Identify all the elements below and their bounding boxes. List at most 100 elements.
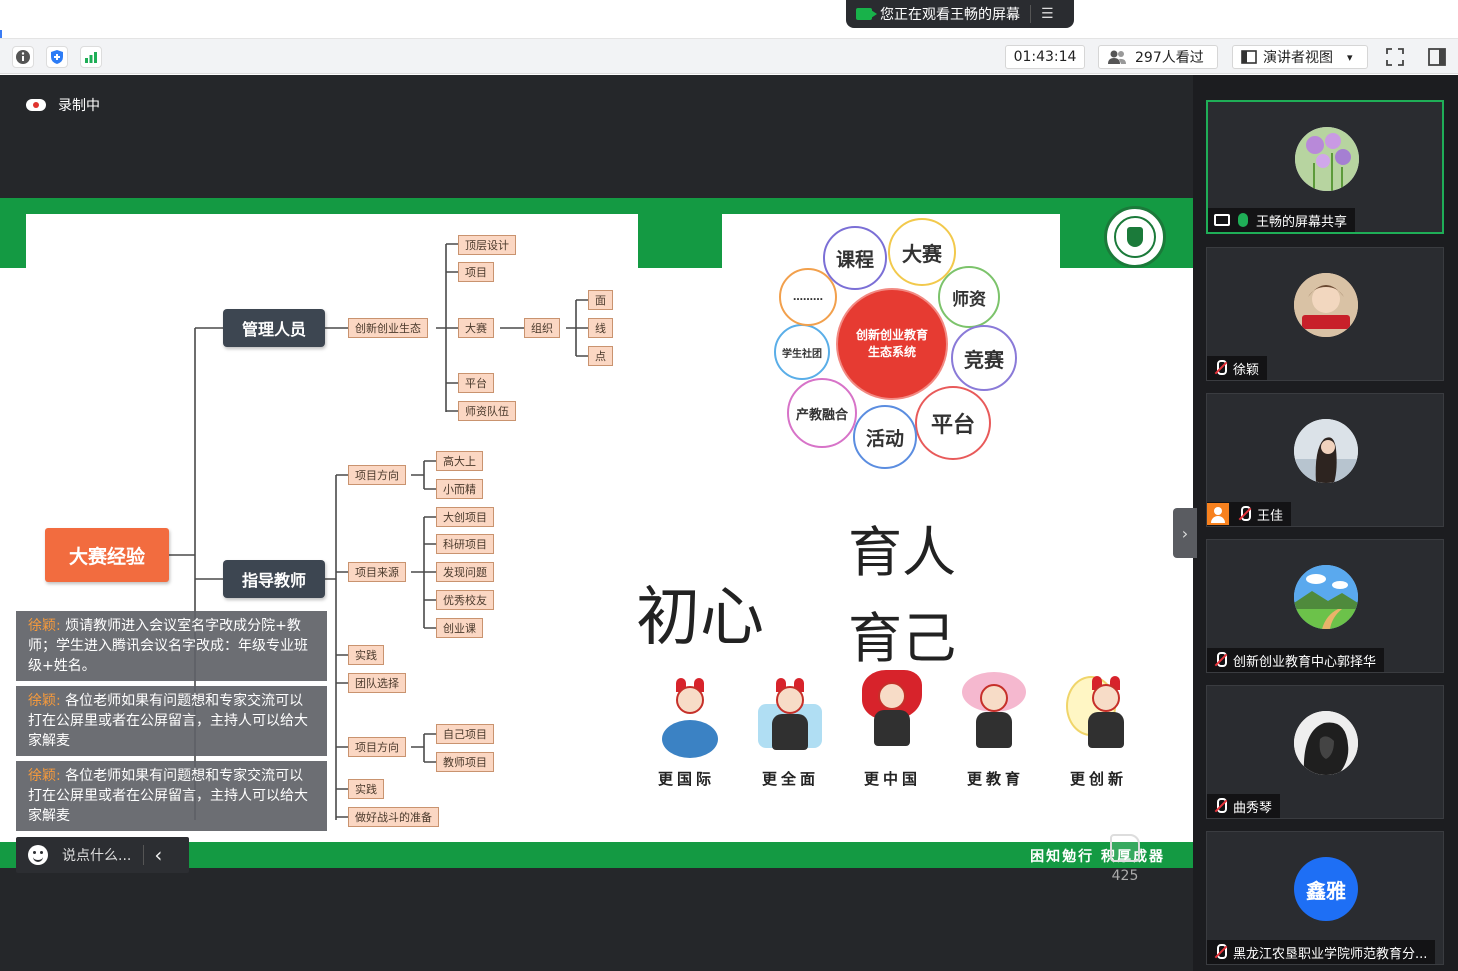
ecosystem-petal: 平台 xyxy=(915,386,991,460)
mindmap-node: 自己项目 xyxy=(436,724,494,744)
mindmap-node: 发现问题 xyxy=(436,562,494,582)
mindmap-node: 做好战斗的准备 xyxy=(348,807,439,827)
calligraphy-chuxin: 初心 xyxy=(636,581,764,655)
chat-sender: 徐颖: xyxy=(28,618,61,634)
participant-name: 黑龙江农垦职业学院师范教育分... xyxy=(1233,946,1428,962)
mic-off-icon xyxy=(1213,944,1227,960)
mindmap-node: 科研项目 xyxy=(436,534,494,554)
ecosystem-core-line2: 生态系统 xyxy=(867,345,916,359)
mindmap-root: 大赛经验 xyxy=(45,528,169,582)
participant-tile[interactable]: 王佳 xyxy=(1206,393,1444,527)
chat-sender: 徐颖: xyxy=(28,693,61,709)
mindmap-node: 项目 xyxy=(458,262,494,282)
chat-sender: 徐颖: xyxy=(28,768,61,784)
mindmap-node: 平台 xyxy=(458,373,494,393)
chat-text: 各位老师如果有问题想和专家交流可以打在公屏里或者在公屏留言，主持人可以给大家解麦 xyxy=(28,768,308,824)
mindmap-node: 组织 xyxy=(524,318,560,338)
chat-message: 徐颖: 各位老师如果有问题想和专家交流可以打在公屏里或者在公屏留言，主持人可以给… xyxy=(16,686,327,756)
participant-tile[interactable]: 徐颖 xyxy=(1206,247,1444,381)
ecosystem-petal: 产教融合 xyxy=(787,378,857,448)
participant-tile[interactable]: 曲秀琴 xyxy=(1206,685,1444,819)
mic-off-icon xyxy=(1213,652,1227,668)
participant-tile[interactable]: 创新创业教育中心郭择华 xyxy=(1206,539,1444,673)
mindmap-node: 顶层设计 xyxy=(458,235,516,255)
screen-share-icon xyxy=(1214,214,1230,226)
mindmap-node: 优秀校友 xyxy=(436,590,494,610)
mic-off-icon xyxy=(1213,798,1227,814)
avatar xyxy=(1294,419,1358,483)
participant-tile[interactable]: 王畅的屏幕共享 xyxy=(1206,100,1444,234)
chevron-down-icon: ▾ xyxy=(1347,50,1353,64)
meeting-window: 您正在观看王畅的屏幕 ☰ 01:43:14 297人看过 演讲者视图 ▾ 录制中… xyxy=(0,0,1458,971)
emoji-icon[interactable] xyxy=(28,845,48,865)
avatar xyxy=(1294,711,1358,775)
chevron-right-icon: › xyxy=(1181,523,1189,543)
mindmap-branch-managers: 管理人员 xyxy=(223,309,325,347)
layout-icon xyxy=(1241,50,1257,64)
mindmap-node: 创新创业生态 xyxy=(348,318,428,338)
avatar xyxy=(1294,273,1358,337)
mindmap-branch-teachers: 指导教师 xyxy=(223,560,325,598)
participant-name: 创新创业教育中心郭择华 xyxy=(1233,654,1377,670)
mic-off-icon xyxy=(1237,506,1251,522)
fullscreen-icon[interactable] xyxy=(1384,46,1406,68)
view-mode-select[interactable]: 演讲者视图 ▾ xyxy=(1232,45,1368,69)
mindmap-node: 项目方向 xyxy=(348,465,406,485)
mascot-caption: 更全面 xyxy=(762,770,820,788)
participant-label: 徐颖 xyxy=(1207,356,1268,380)
avatar: 鑫雅 xyxy=(1294,857,1358,921)
participant-name: 徐颖 xyxy=(1233,362,1260,378)
avatar xyxy=(1295,127,1359,191)
participant-name: 曲秀琴 xyxy=(1233,800,1273,816)
participant-tile[interactable]: 鑫雅 黑龙江农垦职业学院师范教育分... xyxy=(1206,831,1444,965)
mindmap-node: 高大上 xyxy=(436,451,483,471)
mindmap-node: 线 xyxy=(588,318,613,338)
ecosystem-petal: 课程 xyxy=(823,226,887,290)
chat-bar-divider xyxy=(143,845,145,865)
chat-text: 各位老师如果有问题想和专家交流可以打在公屏里或者在公屏留言，主持人可以给大家解麦 xyxy=(28,693,308,749)
mascot-image xyxy=(658,674,722,760)
chat-message: 徐颖: 烦请教师进入会议室名字改成分院+教师；学生进入腾讯会议名字改成：年级专业… xyxy=(16,611,327,681)
mascot-caption: 更国际 xyxy=(658,770,716,788)
mascot-image xyxy=(758,674,822,760)
mindmap-node: 教师项目 xyxy=(436,752,494,772)
chevron-left-icon[interactable]: ‹ xyxy=(154,843,162,867)
gallery-collapse-handle[interactable]: › xyxy=(1173,508,1197,558)
calligraphy-yuren: 育人 xyxy=(848,521,956,584)
mindmap-node: 创业课 xyxy=(436,618,483,638)
mindmap-node: 团队选择 xyxy=(348,673,406,693)
thumbs-up-icon xyxy=(1110,834,1140,862)
view-mode-label: 演讲者视图 xyxy=(1263,50,1333,66)
ecosystem-petal: ……… xyxy=(779,268,837,326)
mascot-caption: 更创新 xyxy=(1070,770,1128,788)
like-button[interactable]: 425 xyxy=(1104,834,1146,884)
chat-text: 烦请教师进入会议室名字改成分院+教师；学生进入腾讯会议名字改成：年级专业班级+姓… xyxy=(28,618,308,674)
mindmap-node: 实践 xyxy=(348,779,384,799)
mindmap-node: 项目方向 xyxy=(348,737,406,757)
mindmap-node: 面 xyxy=(588,290,613,310)
participant-label: 王佳 xyxy=(1207,502,1292,526)
participant-label: 曲秀琴 xyxy=(1207,794,1281,818)
participant-name: 王佳 xyxy=(1257,508,1284,524)
chat-input[interactable]: 说点什么... xyxy=(62,845,131,865)
mic-on-icon xyxy=(1238,213,1248,227)
mascot-image xyxy=(962,672,1026,758)
chat-input-bar[interactable]: 说点什么... ‹ xyxy=(16,837,189,873)
participant-label: 王畅的屏幕共享 xyxy=(1208,208,1356,232)
mascot-image xyxy=(860,670,924,756)
sidebar-toggle-icon[interactable] xyxy=(1426,46,1448,68)
chat-message: 徐颖: 各位老师如果有问题想和专家交流可以打在公屏里或者在公屏留言，主持人可以给… xyxy=(16,761,327,831)
mindmap-node: 小而精 xyxy=(436,479,483,499)
ecosystem-core-line1: 创新创业教育 xyxy=(855,328,928,342)
mindmap-node: 项目来源 xyxy=(348,562,406,582)
ecosystem-petal: 师资 xyxy=(938,266,1000,328)
participant-name: 王畅的屏幕共享 xyxy=(1256,214,1348,230)
calligraphy-yuji: 育己 xyxy=(848,607,956,670)
ecosystem-core: 创新创业教育 生态系统 xyxy=(838,290,946,398)
mascot-caption: 更教育 xyxy=(967,770,1025,788)
mindmap-node: 大赛 xyxy=(458,318,494,338)
participant-label: 创新创业教育中心郭择华 xyxy=(1207,648,1385,672)
mindmap-node: 实践 xyxy=(348,645,384,665)
participant-label: 黑龙江农垦职业学院师范教育分... xyxy=(1207,940,1436,964)
mindmap-node: 师资队伍 xyxy=(458,401,516,421)
